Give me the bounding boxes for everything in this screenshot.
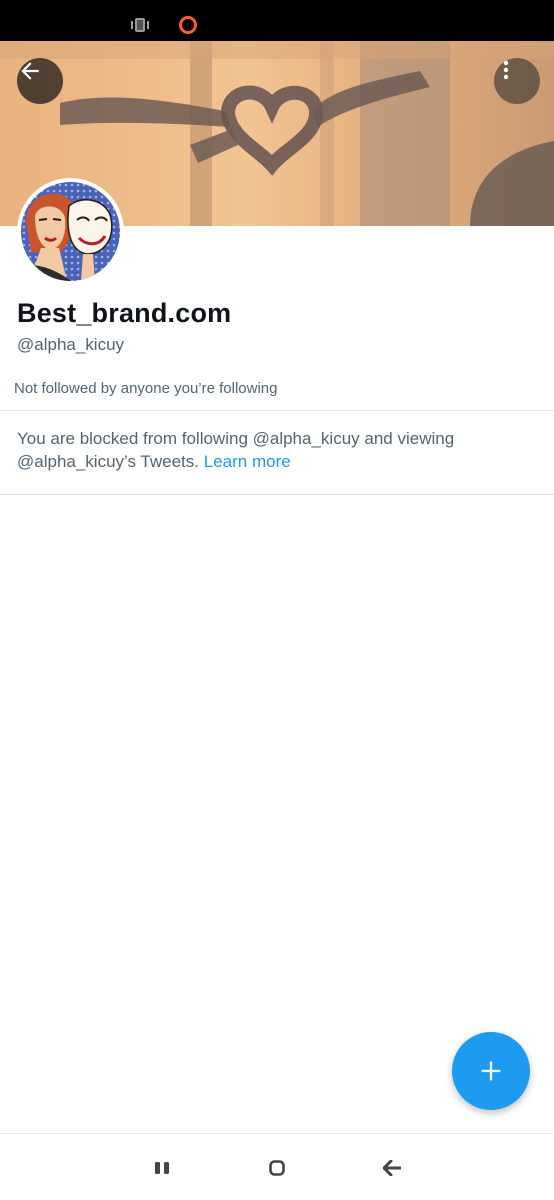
display-name: Best_brand.com [17, 298, 232, 328]
recents-icon [155, 1162, 169, 1174]
system-nav-bar [0, 1133, 554, 1200]
nav-back-button[interactable] [378, 1154, 406, 1182]
back-button[interactable] [17, 58, 63, 104]
handle: @alpha_kicuy [17, 335, 125, 354]
divider [0, 494, 554, 495]
recents-button[interactable] [148, 1154, 176, 1182]
arrow-left-icon [21, 62, 39, 80]
ring-icon [179, 16, 197, 34]
more-vertical-icon [503, 60, 509, 80]
profile-screen: Best_brand.com @alpha_kicuy Not followed… [0, 0, 554, 1200]
nav-back-icon [383, 1160, 401, 1176]
vibrate-icon [131, 18, 149, 32]
plus-icon [481, 1061, 501, 1081]
more-options-button[interactable] [494, 58, 540, 104]
divider [0, 410, 554, 411]
home-button[interactable] [263, 1154, 291, 1182]
compose-button[interactable] [452, 1032, 530, 1110]
status-bar [0, 0, 554, 41]
blocked-notice: You are blocked from following @alpha_ki… [17, 427, 537, 473]
avatar[interactable] [17, 178, 124, 285]
avatar-image [21, 182, 120, 281]
learn-more-link[interactable]: Learn more [204, 452, 291, 471]
home-icon [269, 1160, 285, 1176]
followers-context: Not followed by anyone you’re following [14, 380, 278, 397]
